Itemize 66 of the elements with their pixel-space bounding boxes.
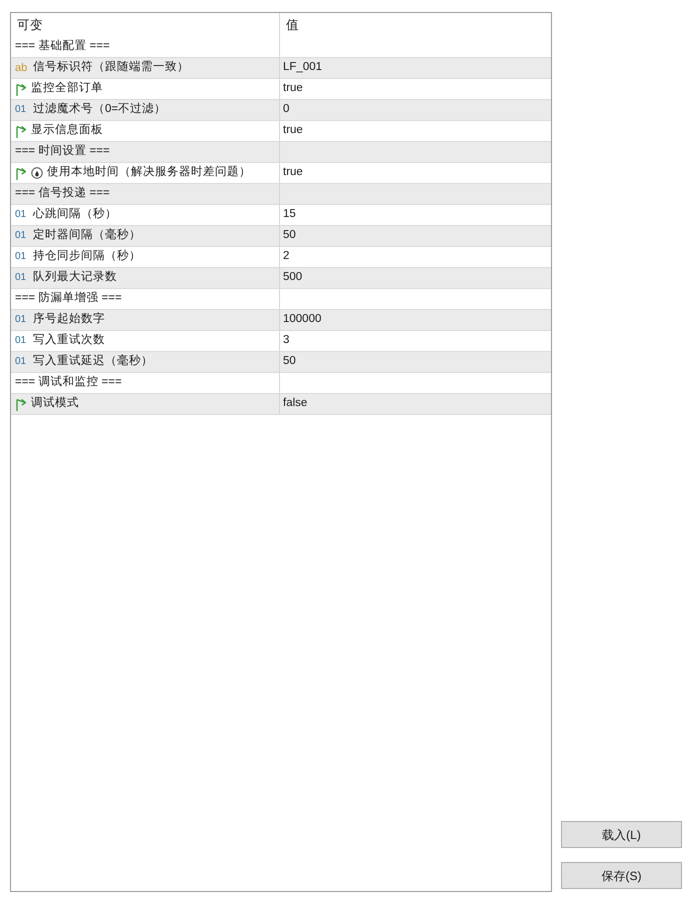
table-row[interactable]: 调试模式 false: [11, 394, 551, 415]
table-row[interactable]: 01 写入重试次数 3: [11, 331, 551, 352]
parameter-name: 过滤魔术号（0=不过滤）: [33, 101, 166, 118]
table-row[interactable]: 01 序号起始数字 100000: [11, 310, 551, 331]
table-row[interactable]: 01 队列最大记录数 500: [11, 268, 551, 289]
parameter-value: 100000: [283, 312, 322, 328]
column-header[interactable]: 值: [286, 16, 299, 34]
parameter-name: 持仓同步间隔（秒）: [33, 248, 141, 264]
table-row[interactable]: === 时间设置 ===: [11, 142, 551, 163]
table-row[interactable]: === 信号投递 ===: [11, 184, 551, 205]
table-row[interactable]: 01 写入重试延迟（毫秒） 50: [11, 352, 551, 373]
number-type-icon: 01: [15, 357, 29, 367]
parameter-name: 使用本地时间（解决服务器时差问题）: [47, 164, 251, 180]
parameter-value: 2: [283, 249, 290, 264]
dialog-button[interactable]: 保存(S): [561, 862, 682, 889]
parameter-value: 500: [283, 270, 302, 286]
number-type-icon: 01: [15, 210, 29, 220]
parameter-value: LF_001: [283, 60, 322, 76]
table-row[interactable]: 01 过滤魔术号（0=不过滤） 0: [11, 100, 551, 121]
parameter-value: true: [283, 165, 303, 180]
parameter-name: 队列最大记录数: [33, 270, 117, 286]
table-row[interactable]: 01 持仓同步间隔（秒） 2: [11, 247, 551, 268]
parameter-value: false: [283, 396, 308, 412]
number-type-icon: 01: [15, 252, 29, 262]
column-header[interactable]: 可变: [17, 16, 43, 34]
flag-arrow-icon: [15, 82, 27, 96]
parameter-name: 监控全部订单: [31, 80, 103, 96]
parameter-name: 调试模式: [31, 396, 79, 412]
table-row[interactable]: ab 信号标识符（跟随端需一致） LF_001: [11, 58, 551, 79]
parameter-name: 定时器间隔（毫秒）: [33, 227, 141, 244]
table-row[interactable]: === 基础配置 ===: [11, 37, 551, 58]
flag-arrow-icon: [15, 166, 27, 180]
parameter-value: 15: [283, 207, 296, 222]
number-type-icon: 01: [15, 273, 29, 283]
table-row[interactable]: 使用本地时间（解决服务器时差问题） true: [11, 163, 551, 184]
parameter-name: 写入重试次数: [33, 332, 105, 348]
section-heading: === 信号投递 ===: [15, 186, 110, 202]
number-type-icon: 01: [15, 105, 29, 115]
number-type-icon: 01: [15, 336, 29, 346]
section-heading: === 基础配置 ===: [15, 38, 110, 54]
parameter-value: true: [283, 81, 303, 96]
parameter-value: 50: [283, 354, 296, 370]
parameter-value: 0: [283, 102, 290, 118]
section-heading: === 时间设置 ===: [15, 144, 110, 160]
table-row[interactable]: === 防漏单增强 ===: [11, 289, 551, 310]
section-heading: === 防漏单增强 ===: [15, 290, 122, 306]
number-type-icon: 01: [15, 231, 29, 241]
flag-arrow-icon: [15, 124, 27, 138]
flag-arrow-icon: [15, 398, 27, 410]
parameter-name: 写入重试延迟（毫秒）: [33, 353, 153, 370]
parameter-value: 50: [283, 228, 296, 244]
table-row[interactable]: 01 定时器间隔（毫秒） 50: [11, 226, 551, 247]
table-row[interactable]: 监控全部订单 true: [11, 79, 551, 100]
parameter-name: 序号起始数字: [33, 311, 105, 328]
table-row[interactable]: === 调试和监控 ===: [11, 373, 551, 394]
table-row[interactable]: 显示信息面板 true: [11, 121, 551, 142]
parameter-value: true: [283, 123, 303, 138]
table-row[interactable]: 01 心跳间隔（秒） 15: [11, 205, 551, 226]
string-type-icon: ab: [15, 62, 29, 74]
section-heading: === 调试和监控 ===: [15, 374, 122, 390]
parameter-name: 显示信息面板: [31, 122, 103, 138]
dialog-button[interactable]: 载入(L): [561, 821, 682, 848]
parameter-value: 3: [283, 333, 290, 348]
parameter-name: 心跳间隔（秒）: [33, 206, 117, 222]
parameter-name: 信号标识符（跟随端需一致）: [33, 60, 189, 76]
number-type-icon: 01: [15, 315, 29, 325]
